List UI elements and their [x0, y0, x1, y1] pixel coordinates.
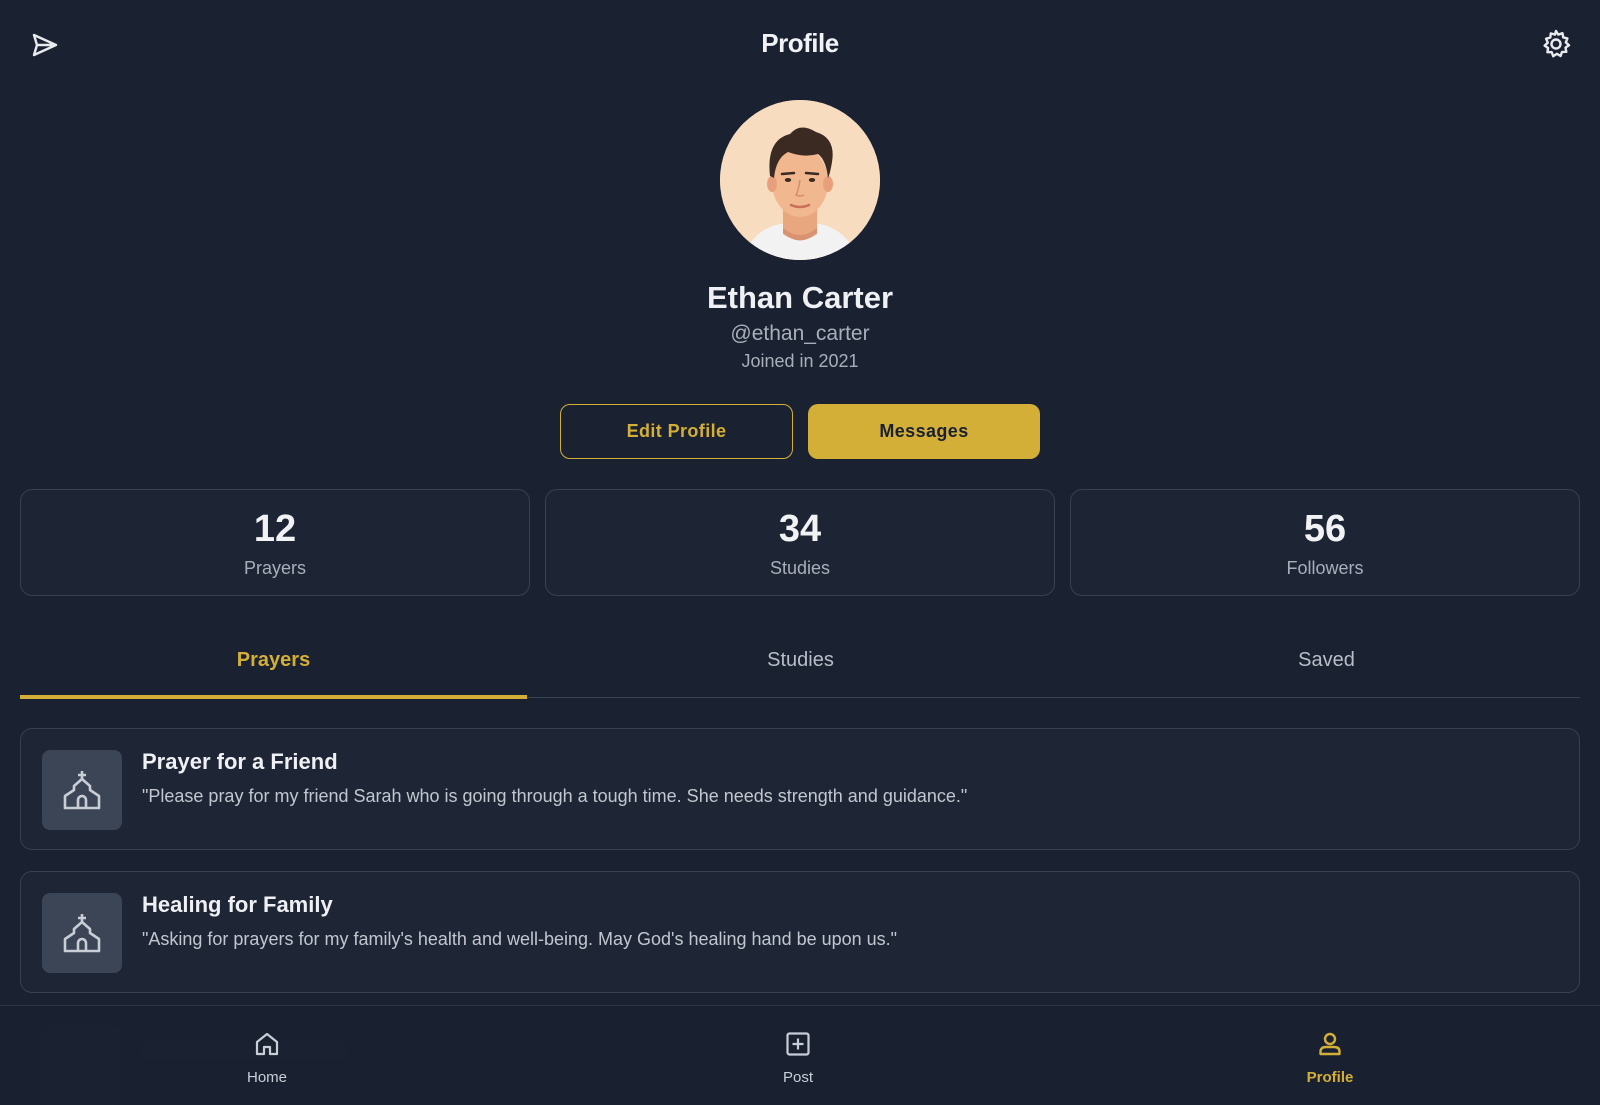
nav-home[interactable]: Home	[167, 1006, 367, 1105]
church-icon	[42, 750, 122, 830]
home-icon	[255, 1032, 279, 1056]
profile-handle: @ethan_carter	[730, 322, 870, 345]
profile-screen: Profile Ethan Carter @ethan_carter Joine…	[0, 0, 1600, 1105]
bottom-navigation: Home Post Profile	[0, 1005, 1600, 1105]
joined-date: Joined in 2021	[741, 351, 859, 371]
nav-post[interactable]: Post	[698, 1006, 898, 1105]
avatar-portrait	[720, 100, 880, 260]
tab-studies[interactable]: Studies	[547, 632, 1054, 698]
top-bar: Profile	[0, 0, 1600, 90]
church-icon	[42, 893, 122, 973]
avatar	[720, 100, 880, 260]
profile-name: Ethan Carter	[706, 280, 894, 315]
stat-followers[interactable]: 56 Followers	[1070, 489, 1580, 596]
post-text: "Please pray for my friend Sarah who is …	[142, 786, 968, 806]
plus-square-icon	[786, 1032, 810, 1056]
stat-value: 34	[778, 508, 822, 550]
stat-value: 12	[253, 508, 297, 550]
edit-profile-button[interactable]: Edit Profile	[560, 404, 793, 459]
nav-profile[interactable]: Profile	[1230, 1006, 1430, 1105]
list-item[interactable]: Healing for Family "Asking for prayers f…	[20, 871, 1580, 993]
page-title: Profile	[761, 28, 839, 58]
gear-icon[interactable]	[1540, 28, 1572, 60]
messages-button[interactable]: Messages	[808, 404, 1040, 459]
nav-label: Post	[782, 1069, 813, 1086]
stat-studies[interactable]: 34 Studies	[545, 489, 1055, 596]
post-title: Prayer for a Friend	[142, 749, 338, 774]
nav-label: Home	[246, 1069, 287, 1086]
stat-label: Studies	[769, 558, 831, 578]
post-text: "Asking for prayers for my family's heal…	[142, 929, 898, 949]
tab-saved[interactable]: Saved	[1073, 632, 1580, 698]
nav-label: Profile	[1306, 1069, 1354, 1086]
stat-label: Prayers	[243, 558, 306, 578]
list-item[interactable]: Prayer for a Friend "Please pray for my …	[20, 728, 1580, 850]
person-icon	[1319, 1032, 1341, 1056]
post-title: Healing for Family	[142, 892, 333, 917]
stat-value: 56	[1303, 508, 1347, 550]
stat-label: Followers	[1286, 558, 1364, 578]
content-tabs: Prayers Studies Saved	[20, 632, 1580, 699]
tab-prayers[interactable]: Prayers	[20, 632, 527, 699]
stat-prayers[interactable]: 12 Prayers	[20, 489, 530, 596]
